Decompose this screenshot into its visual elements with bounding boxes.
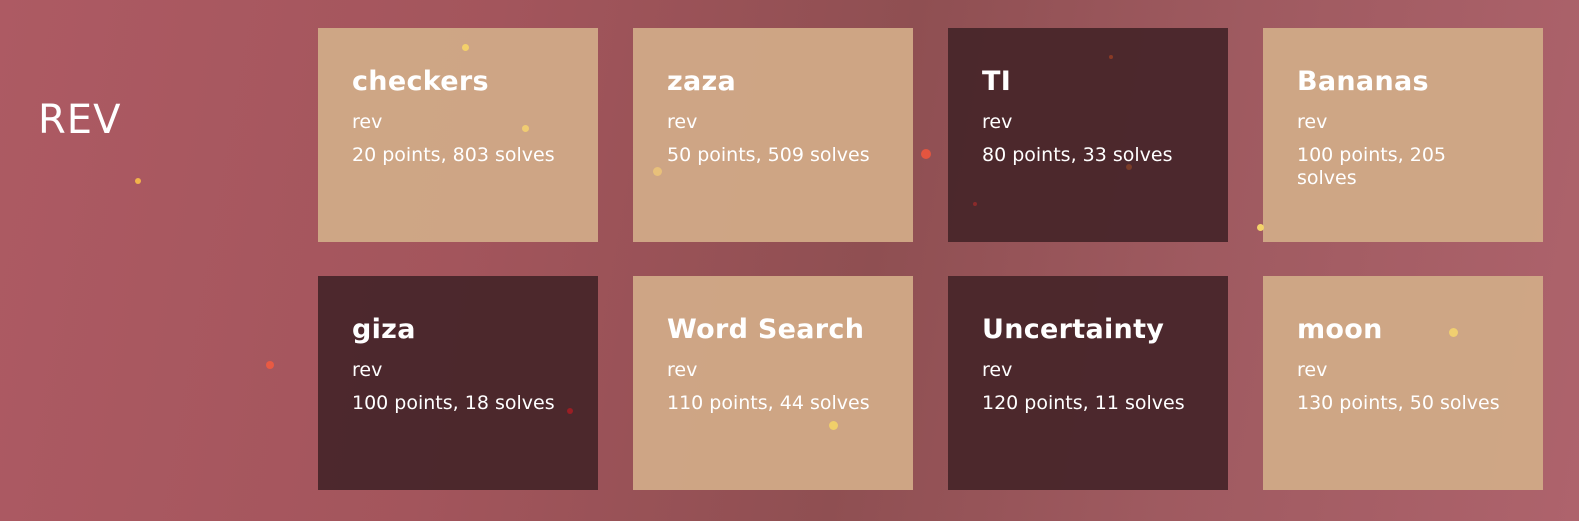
challenge-name: moon bbox=[1297, 314, 1383, 345]
challenge-category: rev bbox=[982, 359, 1013, 381]
category-title: REV bbox=[38, 97, 122, 143]
challenge-category: rev bbox=[352, 111, 383, 133]
challenge-card[interactable]: Uncertainty rev 120 points, 11 solves bbox=[948, 276, 1228, 490]
challenge-card[interactable]: Bananas rev 100 points, 205 solves bbox=[1263, 28, 1543, 242]
challenge-stats: 100 points, 205 solves bbox=[1297, 143, 1447, 189]
challenge-card[interactable]: zaza rev 50 points, 509 solves bbox=[633, 28, 913, 242]
challenge-name: TI bbox=[982, 66, 1012, 97]
challenge-category: rev bbox=[667, 111, 698, 133]
challenge-stats: 130 points, 50 solves bbox=[1297, 391, 1500, 414]
challenge-name: checkers bbox=[352, 66, 489, 97]
challenge-name: giza bbox=[352, 314, 416, 345]
challenge-category: rev bbox=[667, 359, 698, 381]
particle-dot bbox=[266, 361, 274, 369]
challenge-grid: checkers rev 20 points, 803 solves zaza … bbox=[318, 28, 1543, 490]
challenge-name: Word Search bbox=[667, 314, 865, 345]
challenge-name: Bananas bbox=[1297, 66, 1429, 97]
challenge-card[interactable]: giza rev 100 points, 18 solves bbox=[318, 276, 598, 490]
challenge-stats: 100 points, 18 solves bbox=[352, 391, 555, 414]
challenge-stats: 120 points, 11 solves bbox=[982, 391, 1185, 414]
challenge-category: rev bbox=[982, 111, 1013, 133]
challenge-stats: 20 points, 803 solves bbox=[352, 143, 555, 166]
particle-dot bbox=[135, 178, 141, 184]
challenge-category: rev bbox=[352, 359, 383, 381]
challenge-stats: 50 points, 509 solves bbox=[667, 143, 870, 166]
challenge-name: Uncertainty bbox=[982, 314, 1165, 345]
challenge-card[interactable]: Word Search rev 110 points, 44 solves bbox=[633, 276, 913, 490]
challenge-stats: 110 points, 44 solves bbox=[667, 391, 870, 414]
challenge-card[interactable]: TI rev 80 points, 33 solves bbox=[948, 28, 1228, 242]
challenge-category: rev bbox=[1297, 359, 1328, 381]
challenge-category: rev bbox=[1297, 111, 1328, 133]
challenge-card[interactable]: checkers rev 20 points, 803 solves bbox=[318, 28, 598, 242]
challenge-name: zaza bbox=[667, 66, 737, 97]
challenge-stats: 80 points, 33 solves bbox=[982, 143, 1173, 166]
challenge-card[interactable]: moon rev 130 points, 50 solves bbox=[1263, 276, 1543, 490]
